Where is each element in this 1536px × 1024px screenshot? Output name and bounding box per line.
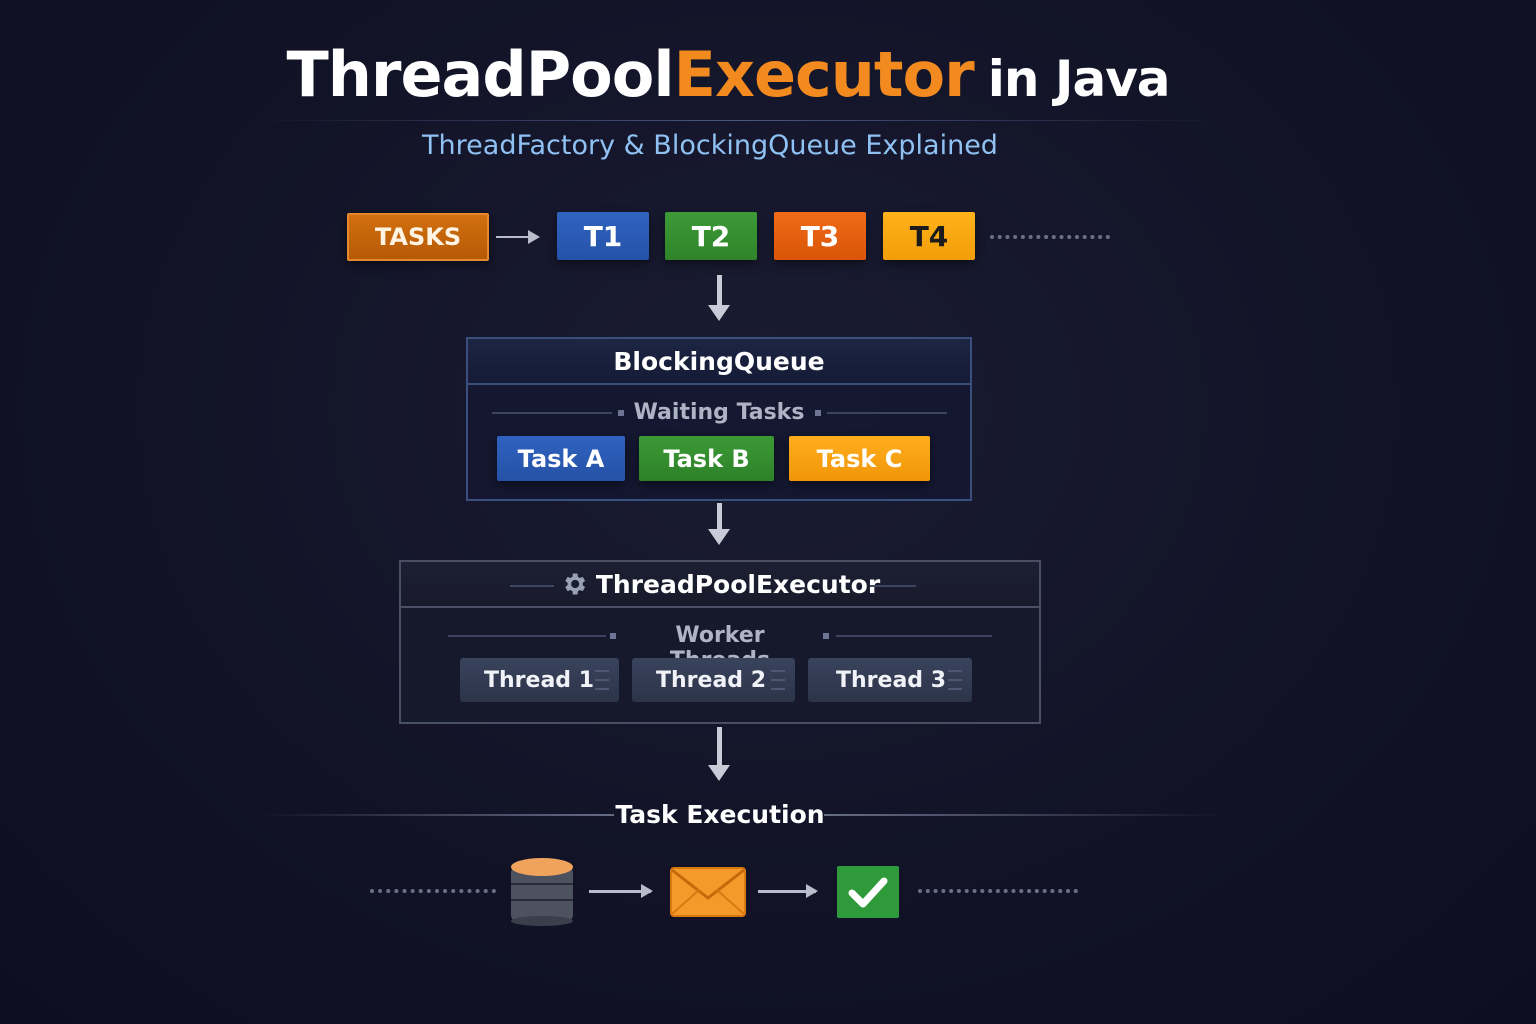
pipeline-dots-right (918, 889, 1078, 893)
pipeline-arrow-2 (758, 884, 818, 898)
thread-label: Thread 1 (484, 667, 594, 693)
gear-icon (565, 573, 585, 595)
grip-icon (595, 670, 609, 690)
waiting-tasks-label: Waiting Tasks (633, 400, 805, 425)
worker-thread-1: Thread 1 (460, 658, 619, 702)
tasks-arrow (496, 230, 540, 244)
pipeline-dots-left (370, 889, 496, 893)
header-rule-left (510, 585, 554, 587)
thread-label: Thread 3 (836, 667, 946, 693)
divider-dot (610, 633, 616, 639)
grip-icon (948, 670, 962, 690)
divider-dot (823, 633, 829, 639)
title-part-java: in Java (987, 50, 1171, 108)
tasks-continuation-dots (990, 235, 1110, 239)
task-t3: T3 (774, 212, 866, 260)
subtitle: ThreadFactory & BlockingQueue Explained (422, 130, 998, 161)
divider-line (492, 412, 612, 414)
queue-task-a: Task A (497, 436, 625, 481)
worker-thread-2: Thread 2 (632, 658, 795, 702)
queue-task-b: Task B (639, 436, 774, 481)
divider-line (836, 635, 992, 637)
tasks-label: TASKS (347, 213, 489, 261)
task-t4: T4 (883, 212, 975, 260)
arrow-to-queue (708, 275, 730, 321)
arrow-to-executor (708, 503, 730, 545)
divider-dot (815, 410, 821, 416)
pipeline-arrow-1 (589, 884, 653, 898)
checkmark-icon (837, 866, 899, 918)
executor-title: ThreadPoolExecutor (595, 569, 881, 599)
divider-dot (618, 410, 624, 416)
title-part-executor: Executor (673, 38, 975, 111)
title-part-threadpool: ThreadPool (286, 38, 674, 111)
blocking-queue-title: BlockingQueue (468, 339, 970, 385)
executor-header: ThreadPoolExecutor (401, 562, 1039, 608)
arrow-to-execution (708, 727, 730, 781)
grip-icon (771, 670, 785, 690)
page-title: ThreadPoolExecutor in Java (0, 38, 1456, 111)
header-rule-right (870, 585, 916, 587)
divider-line (827, 412, 947, 414)
task-t2: T2 (665, 212, 757, 260)
execution-rule-right (824, 814, 1224, 816)
task-t1: T1 (557, 212, 649, 260)
thread-label: Thread 2 (656, 667, 766, 693)
divider-line (448, 635, 606, 637)
queue-task-c: Task C (789, 436, 930, 481)
worker-thread-3: Thread 3 (808, 658, 972, 702)
title-divider (250, 120, 1230, 121)
envelope-icon (670, 867, 746, 917)
database-icon (511, 858, 573, 926)
